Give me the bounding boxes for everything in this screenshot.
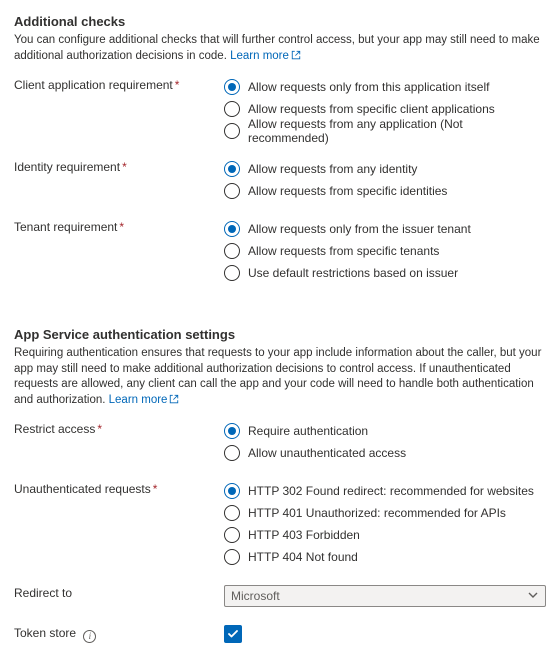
radio-icon bbox=[224, 423, 240, 439]
radio-icon bbox=[224, 483, 240, 499]
required-asterisk: * bbox=[153, 482, 158, 496]
identity-requirement-label: Identity requirement* bbox=[14, 159, 224, 174]
tenant-requirement-options: Allow requests only from the issuer tena… bbox=[224, 219, 546, 283]
token-store-label: Token store i bbox=[14, 625, 224, 643]
radio-label: Allow requests only from the issuer tena… bbox=[248, 222, 471, 236]
radio-label: Allow requests from any identity bbox=[248, 162, 417, 176]
radio-icon bbox=[224, 243, 240, 259]
external-link-icon bbox=[169, 394, 179, 410]
token-store-checkbox[interactable] bbox=[224, 625, 242, 643]
tenant-option-default[interactable]: Use default restrictions based on issuer bbox=[224, 263, 546, 283]
radio-icon bbox=[224, 221, 240, 237]
radio-label: HTTP 404 Not found bbox=[248, 550, 358, 564]
radio-icon bbox=[224, 265, 240, 281]
unauth-option-302[interactable]: HTTP 302 Found redirect: recommended for… bbox=[224, 481, 546, 501]
restrict-option-allow-unauth[interactable]: Allow unauthenticated access bbox=[224, 443, 546, 463]
identity-option-any[interactable]: Allow requests from any identity bbox=[224, 159, 546, 179]
required-asterisk: * bbox=[122, 160, 127, 174]
app-service-auth-description: Requiring authentication ensures that re… bbox=[14, 346, 546, 409]
radio-label: Use default restrictions based on issuer bbox=[248, 266, 458, 280]
identity-option-specific[interactable]: Allow requests from specific identities bbox=[224, 181, 546, 201]
unauth-requests-label: Unauthenticated requests* bbox=[14, 481, 224, 496]
radio-label: Allow requests from any application (Not… bbox=[248, 117, 546, 145]
unauth-option-404[interactable]: HTTP 404 Not found bbox=[224, 547, 546, 567]
learn-more-text-2: Learn more bbox=[109, 394, 168, 406]
radio-label: HTTP 401 Unauthorized: recommended for A… bbox=[248, 506, 506, 520]
tenant-requirement-label-text: Tenant requirement bbox=[14, 220, 117, 234]
radio-icon bbox=[224, 183, 240, 199]
client-app-requirement-label-text: Client application requirement bbox=[14, 78, 173, 92]
radio-label: HTTP 403 Forbidden bbox=[248, 528, 360, 542]
external-link-icon bbox=[291, 50, 301, 66]
radio-label: Allow requests from specific client appl… bbox=[248, 102, 495, 116]
restrict-option-require-auth[interactable]: Require authentication bbox=[224, 421, 546, 441]
client-app-requirement-label: Client application requirement* bbox=[14, 77, 224, 92]
radio-icon bbox=[224, 79, 240, 95]
unauth-requests-label-text: Unauthenticated requests bbox=[14, 482, 151, 496]
checkmark-icon bbox=[227, 628, 239, 640]
required-asterisk: * bbox=[175, 78, 180, 92]
radio-label: Allow unauthenticated access bbox=[248, 446, 406, 460]
unauth-option-401[interactable]: HTTP 401 Unauthorized: recommended for A… bbox=[224, 503, 546, 523]
radio-label: Allow requests from specific tenants bbox=[248, 244, 439, 258]
redirect-to-value: Microsoft bbox=[231, 589, 280, 603]
info-icon[interactable]: i bbox=[83, 630, 96, 643]
chevron-down-icon bbox=[527, 589, 539, 604]
radio-label: Allow requests only from this applicatio… bbox=[248, 80, 489, 94]
tenant-requirement-label: Tenant requirement* bbox=[14, 219, 224, 234]
redirect-to-select[interactable]: Microsoft bbox=[224, 585, 546, 607]
radio-label: Allow requests from specific identities bbox=[248, 184, 447, 198]
token-store-label-text: Token store bbox=[14, 626, 76, 640]
radio-label: HTTP 302 Found redirect: recommended for… bbox=[248, 484, 534, 498]
radio-icon bbox=[224, 445, 240, 461]
redirect-to-label: Redirect to bbox=[14, 585, 224, 600]
app-service-auth-desc-text: Requiring authentication ensures that re… bbox=[14, 347, 541, 406]
radio-icon bbox=[224, 123, 240, 139]
identity-requirement-label-text: Identity requirement bbox=[14, 160, 120, 174]
learn-more-link-2[interactable]: Learn more bbox=[109, 394, 180, 406]
unauth-option-403[interactable]: HTTP 403 Forbidden bbox=[224, 525, 546, 545]
radio-icon bbox=[224, 101, 240, 117]
client-app-option-specific[interactable]: Allow requests from specific client appl… bbox=[224, 99, 546, 119]
required-asterisk: * bbox=[97, 422, 102, 436]
client-app-requirement-options: Allow requests only from this applicatio… bbox=[224, 77, 546, 141]
radio-icon bbox=[224, 505, 240, 521]
client-app-option-any[interactable]: Allow requests from any application (Not… bbox=[224, 121, 546, 141]
learn-more-text-1: Learn more bbox=[230, 50, 289, 62]
tenant-option-specific[interactable]: Allow requests from specific tenants bbox=[224, 241, 546, 261]
identity-requirement-options: Allow requests from any identity Allow r… bbox=[224, 159, 546, 201]
radio-icon bbox=[224, 549, 240, 565]
restrict-access-options: Require authentication Allow unauthentic… bbox=[224, 421, 546, 463]
restrict-access-label-text: Restrict access bbox=[14, 422, 95, 436]
client-app-option-self-only[interactable]: Allow requests only from this applicatio… bbox=[224, 77, 546, 97]
learn-more-link-1[interactable]: Learn more bbox=[230, 50, 301, 62]
additional-checks-description: You can configure additional checks that… bbox=[14, 33, 546, 65]
additional-checks-heading: Additional checks bbox=[14, 14, 546, 29]
required-asterisk: * bbox=[119, 220, 124, 234]
unauth-requests-options: HTTP 302 Found redirect: recommended for… bbox=[224, 481, 546, 567]
restrict-access-label: Restrict access* bbox=[14, 421, 224, 436]
radio-icon bbox=[224, 161, 240, 177]
app-service-auth-heading: App Service authentication settings bbox=[14, 327, 546, 342]
radio-icon bbox=[224, 527, 240, 543]
tenant-option-issuer-only[interactable]: Allow requests only from the issuer tena… bbox=[224, 219, 546, 239]
radio-label: Require authentication bbox=[248, 424, 368, 438]
